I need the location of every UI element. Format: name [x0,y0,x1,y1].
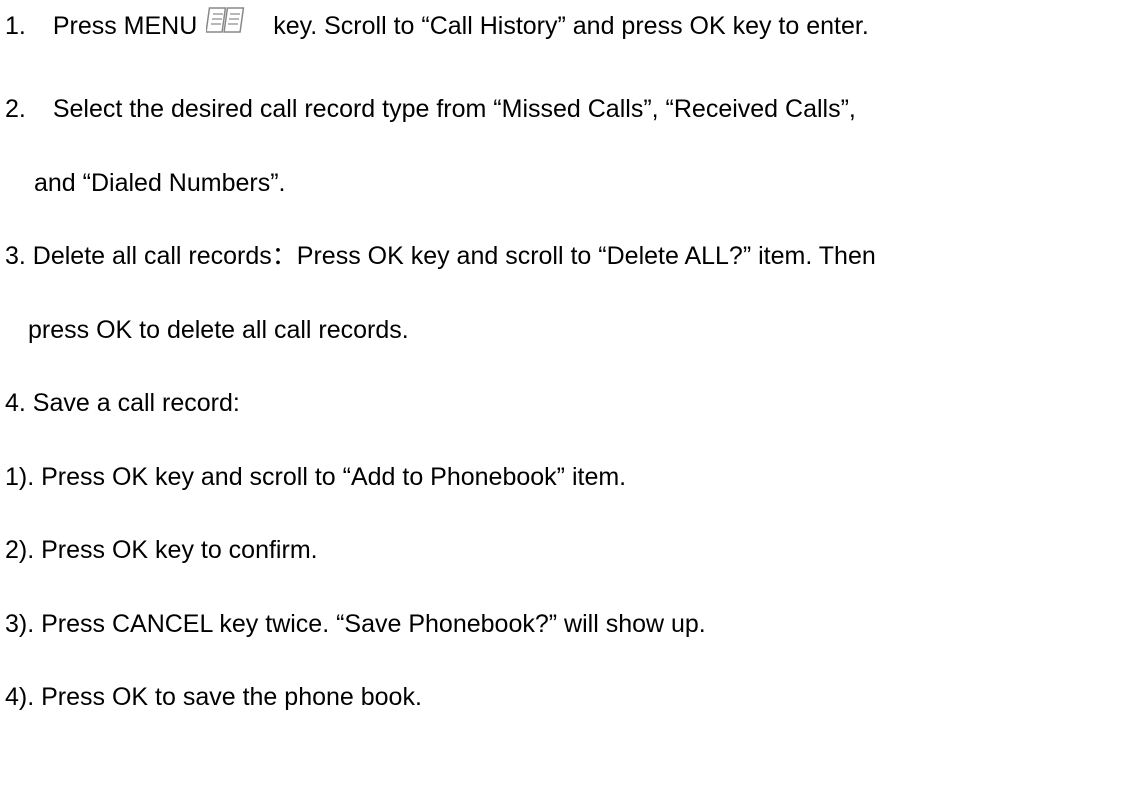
substep-4: 4). Press OK to save the phone book. [5,683,422,711]
substep-2: 2). Press OK key to confirm. [5,536,318,564]
step-2-line-1: 2. Select the desired call record type f… [5,94,856,124]
step-2-line-2: and “Dialed Numbers”. [34,169,286,197]
book-menu-icon [206,7,245,33]
step-3-line-2: press OK to delete all call records. [28,316,409,344]
step-2-number: 2. [5,95,26,123]
step-1-number: 1. [5,12,26,40]
step-3-line-1: 3. Delete all call records：Press OK key … [5,242,876,270]
step-1-text-before-icon: Press MENU [52,12,198,40]
step-4-title: 4. Save a call record: [5,389,240,417]
step-1-text-after-icon: key. Scroll to “Call History” and press … [273,12,869,40]
step-2-text: Select the desired call record type from… [52,95,856,123]
substep-3: 3). Press CANCEL key twice. “Save Phoneb… [5,610,706,638]
step-1: 1. Press MENU key. Scroll to “Call Histo… [5,4,869,41]
substep-1: 1). Press OK key and scroll to “Add to P… [5,463,627,491]
